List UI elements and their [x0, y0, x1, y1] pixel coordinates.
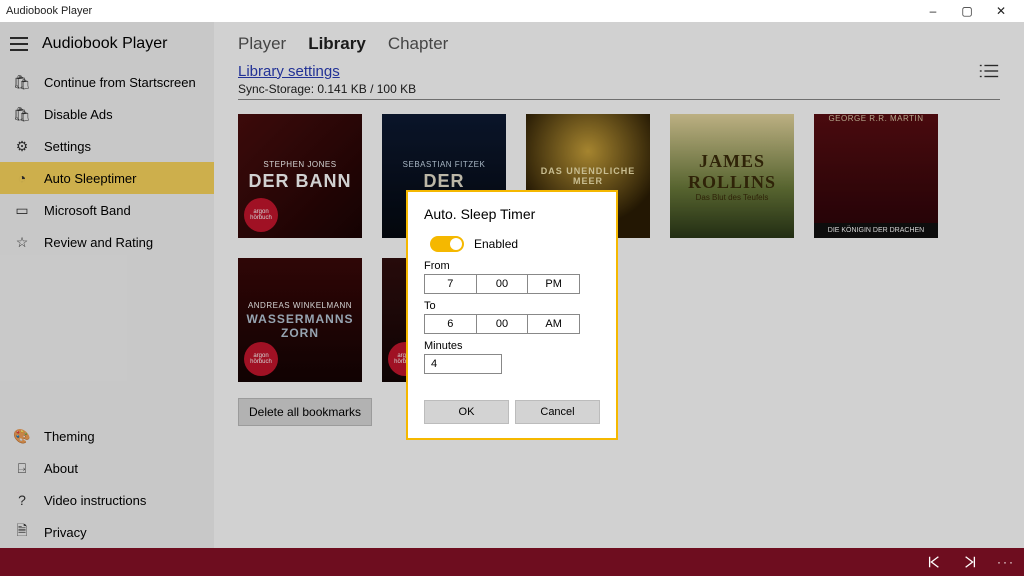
- to-ampm[interactable]: AM: [527, 315, 579, 333]
- to-label: To: [424, 300, 600, 312]
- from-ampm[interactable]: PM: [527, 275, 579, 293]
- from-minute[interactable]: 00: [476, 275, 528, 293]
- ok-button[interactable]: OK: [424, 400, 509, 424]
- enabled-toggle[interactable]: [430, 236, 464, 252]
- minutes-input[interactable]: 4: [424, 354, 502, 374]
- window-title: Audiobook Player: [6, 5, 92, 17]
- close-button[interactable]: ✕: [984, 4, 1018, 18]
- minimize-button[interactable]: –: [916, 4, 950, 18]
- to-minute[interactable]: 00: [476, 315, 528, 333]
- auto-sleep-timer-dialog: Auto. Sleep Timer Enabled From 7 00 PM T…: [406, 190, 618, 440]
- from-time-input[interactable]: 7 00 PM: [424, 274, 580, 294]
- skip-previous-icon[interactable]: [926, 554, 942, 570]
- enabled-label: Enabled: [474, 237, 518, 251]
- more-icon[interactable]: ···: [998, 554, 1014, 570]
- to-time-input[interactable]: 6 00 AM: [424, 314, 580, 334]
- cancel-button[interactable]: Cancel: [515, 400, 600, 424]
- dialog-title: Auto. Sleep Timer: [424, 206, 600, 222]
- minutes-label: Minutes: [424, 340, 600, 352]
- from-hour[interactable]: 7: [425, 275, 476, 293]
- from-label: From: [424, 260, 600, 272]
- maximize-button[interactable]: ▢: [950, 4, 984, 18]
- to-hour[interactable]: 6: [425, 315, 476, 333]
- skip-next-icon[interactable]: [962, 554, 978, 570]
- player-bar: ···: [0, 548, 1024, 576]
